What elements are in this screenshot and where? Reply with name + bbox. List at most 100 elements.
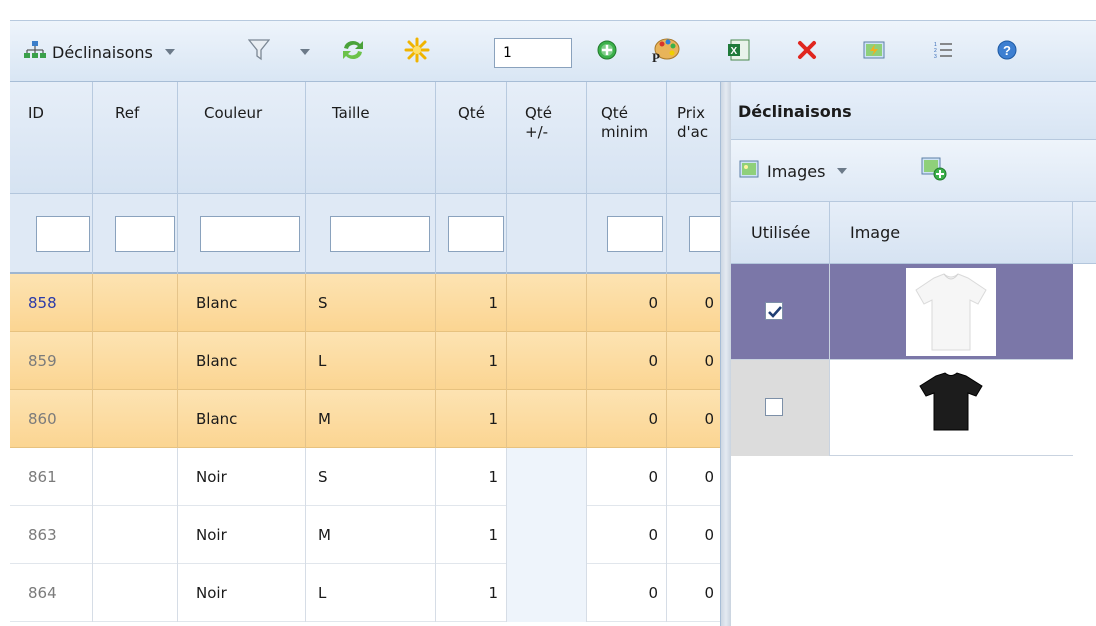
images-label: Images — [767, 161, 826, 181]
excel-export-button[interactable]: X — [727, 21, 751, 83]
generate-combinations-button[interactable] — [403, 21, 431, 83]
table-row[interactable]: 864 Noir L 1 0 0 — [10, 564, 720, 622]
image-row[interactable] — [731, 264, 1073, 360]
cell-couleur: Blanc — [178, 332, 306, 390]
filter-input-couleur[interactable] — [200, 216, 300, 252]
cell-qte-minimum: 0 — [587, 448, 667, 506]
cell-qte-minimum: 0 — [587, 274, 667, 332]
used-checkbox[interactable] — [765, 302, 783, 320]
panel-splitter[interactable] — [721, 82, 731, 626]
checkmark-icon — [768, 306, 782, 318]
cell-qte-plus-minus — [507, 390, 587, 448]
filter-button[interactable] — [247, 21, 271, 83]
cell-qte: 1 — [436, 390, 507, 448]
cell-qte-plus-minus — [507, 332, 587, 390]
svg-text:X: X — [731, 46, 738, 57]
column-header-id[interactable]: ID — [10, 82, 93, 194]
table-row[interactable]: 858 Blanc S 1 0 0 — [10, 274, 720, 332]
chevron-down-icon — [300, 49, 310, 55]
column-header-qte-plus-minus[interactable]: Qté +/- — [507, 82, 587, 194]
cell-id: 864 — [10, 564, 93, 622]
cell-prix-achat: 0 — [667, 274, 720, 332]
refresh-button[interactable] — [340, 21, 366, 83]
cell-taille: L — [306, 332, 436, 390]
column-header-label: Qté — [458, 104, 485, 122]
table-row[interactable]: 860 Blanc M 1 0 0 — [10, 390, 720, 448]
cell-id: 863 — [10, 506, 93, 564]
column-header-prix-achat[interactable]: Prix d'ac — [667, 82, 720, 194]
column-header-ref[interactable]: Ref — [93, 82, 178, 194]
table-row[interactable]: 863 Noir M 1 0 0 — [10, 506, 720, 564]
color-palette-button[interactable]: P — [650, 21, 680, 83]
cell-ref — [93, 506, 178, 564]
cell-prix-achat: 0 — [667, 448, 720, 506]
sparkle-icon — [403, 36, 431, 68]
filter-input-qte[interactable] — [448, 216, 504, 252]
svg-text:3: 3 — [934, 54, 937, 60]
column-header-label: Prix d'ac — [677, 104, 709, 141]
cell-qte-plus-minus — [507, 506, 587, 564]
cell-taille: M — [306, 506, 436, 564]
images-menu-button[interactable]: Images — [739, 140, 848, 202]
filter-row — [10, 194, 720, 274]
refresh-icon — [340, 38, 366, 66]
add-image-button[interactable] — [921, 140, 947, 202]
column-header-label: Couleur — [204, 104, 263, 122]
used-checkbox[interactable] — [765, 398, 783, 416]
cell-qte: 1 — [436, 448, 507, 506]
cell-couleur: Noir — [178, 506, 306, 564]
table-row[interactable]: 859 Blanc L 1 0 0 — [10, 332, 720, 390]
cell-qte-plus-minus — [507, 448, 587, 506]
cell-taille: S — [306, 448, 436, 506]
column-header-taille[interactable]: Taille — [306, 82, 436, 194]
chevron-down-icon — [837, 168, 848, 174]
image-action-button[interactable] — [862, 21, 886, 83]
image-row[interactable] — [731, 360, 1073, 456]
combinations-grid: ID Ref Couleur Taille Qté Qté +/- Qté mi… — [10, 82, 721, 626]
filter-input-prix-achat[interactable] — [689, 216, 720, 252]
cell-prix-achat: 0 — [667, 564, 720, 622]
cell-ref — [93, 564, 178, 622]
add-button[interactable] — [596, 21, 618, 83]
quantity-input[interactable] — [494, 38, 572, 68]
column-header-used[interactable]: Utilisée — [731, 202, 830, 264]
cell-prix-achat: 0 — [667, 506, 720, 564]
cell-couleur: Blanc — [178, 390, 306, 448]
cell-couleur: Noir — [178, 564, 306, 622]
cell-couleur: Noir — [178, 448, 306, 506]
panel-toolbar: Images — [731, 140, 1096, 202]
column-header-qte-minimum[interactable]: Qté minim — [587, 82, 667, 194]
filter-input-id[interactable] — [36, 216, 90, 252]
column-header-image[interactable]: Image — [830, 202, 1073, 264]
panel-title: Déclinaisons — [731, 82, 1096, 140]
cell-qte-minimum: 0 — [587, 506, 667, 564]
cell-qte: 1 — [436, 274, 507, 332]
filter-input-qte-minimum[interactable] — [607, 216, 663, 252]
cell-qte-plus-minus — [507, 564, 587, 622]
filter-input-ref[interactable] — [115, 216, 175, 252]
cell-qte: 1 — [436, 506, 507, 564]
table-row[interactable]: 861 Noir S 1 0 0 — [10, 448, 720, 506]
help-button[interactable]: ? — [996, 21, 1018, 83]
filter-input-taille[interactable] — [330, 216, 430, 252]
column-header-label: ID — [28, 104, 44, 122]
column-header-couleur[interactable]: Couleur — [178, 82, 306, 194]
used-cell — [731, 264, 830, 360]
svg-text:P: P — [652, 50, 660, 64]
chevron-down-icon — [164, 49, 175, 55]
column-header-qte[interactable]: Qté — [436, 82, 507, 194]
cell-ref — [93, 274, 178, 332]
filter-dropdown[interactable] — [300, 21, 310, 83]
grid-header: ID Ref Couleur Taille Qté Qté +/- Qté mi… — [10, 82, 720, 194]
close-icon — [796, 39, 818, 65]
combination-images-panel: Déclinaisons Images Utilisée Image — [731, 82, 1096, 626]
cell-qte: 1 — [436, 564, 507, 622]
cell-qte-plus-minus — [507, 274, 587, 332]
combinations-menu-button[interactable]: Déclinaisons — [24, 21, 175, 83]
delete-button[interactable] — [796, 21, 818, 83]
numbered-list-button[interactable]: 1 2 3 — [932, 21, 954, 83]
cell-qte-minimum: 0 — [587, 332, 667, 390]
palette-icon: P — [650, 36, 680, 68]
combinations-label: Déclinaisons — [52, 42, 153, 62]
image-icon — [739, 160, 759, 182]
